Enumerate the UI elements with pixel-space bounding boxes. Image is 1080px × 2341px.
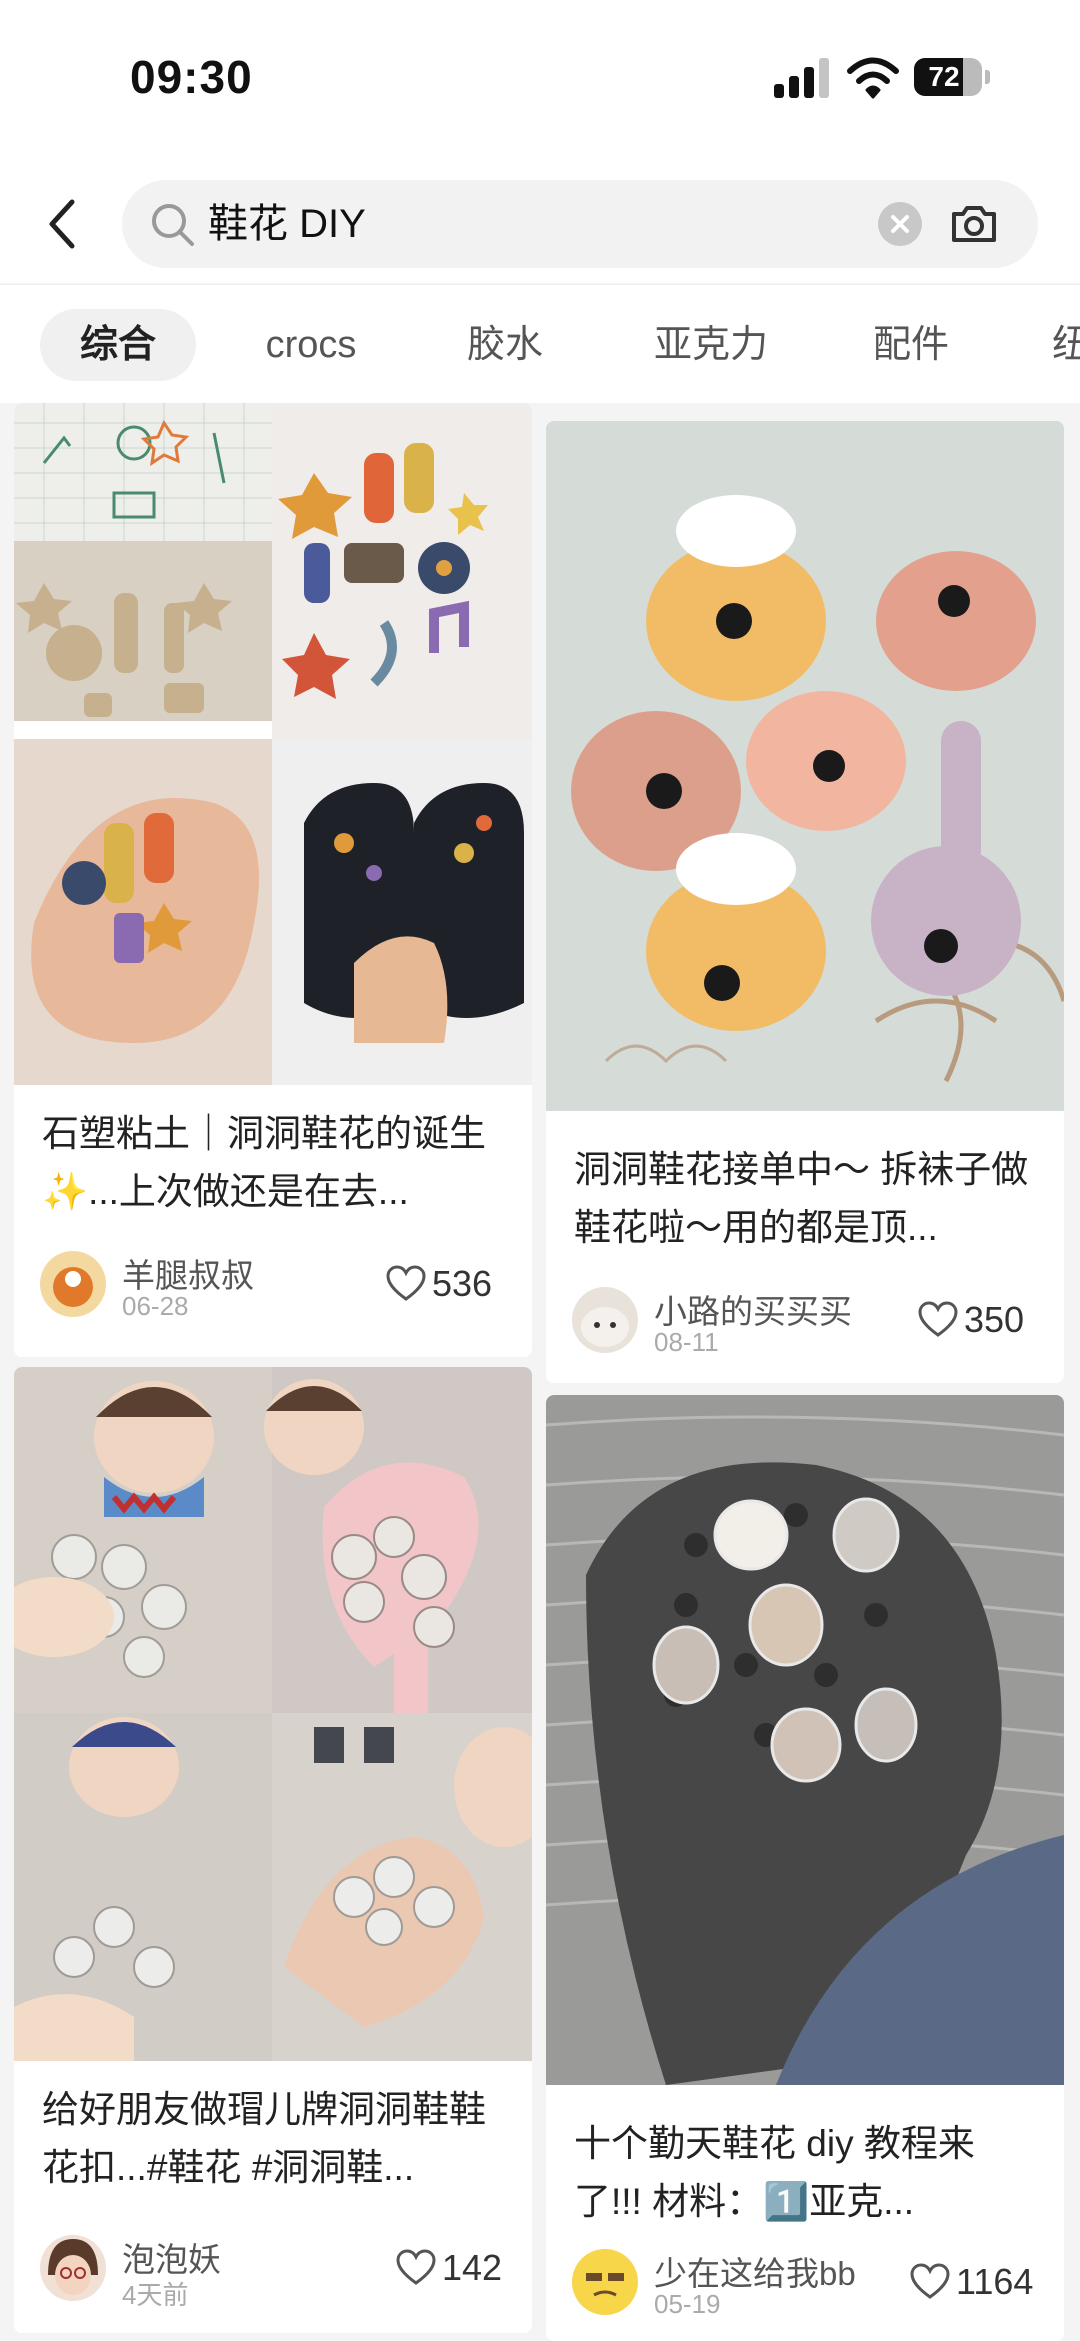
post-image-crocs-charms[interactable] (546, 1395, 1064, 2085)
post-card[interactable]: 洞洞鞋花接单中～ 拆袜子做鞋花啦～用的都是顶... 小路的买买买 08-11 3… (546, 421, 1064, 1383)
status-bar: 09:30 72 (0, 0, 1080, 150)
heart-icon (910, 2263, 950, 2299)
post-date: 06-28 (122, 1291, 189, 1321)
post-author[interactable]: 泡泡妖 (122, 2233, 221, 2281)
search-input[interactable]: 鞋花 DIY (208, 180, 366, 268)
back-arrow-icon[interactable] (42, 194, 86, 254)
filter-tabs: 综合 crocs 胶水 亚克力 配件 纽 (0, 284, 1080, 403)
tab-acrylic[interactable]: 亚克力 (636, 309, 786, 381)
like-button[interactable]: 142 (396, 2247, 506, 2291)
heart-icon (396, 2249, 436, 2285)
clear-search-button[interactable] (878, 202, 922, 246)
post-card[interactable]: 十个勤天鞋花 diy 教程来了!!! 材料：1️⃣亚克... 少在这给我bb 0… (546, 1395, 1064, 2341)
cellular-signal-icon (774, 58, 830, 98)
camera-icon[interactable] (948, 198, 1000, 250)
post-title[interactable]: 给好朋友做瑁儿牌洞洞鞋鞋花扣...#鞋花 #洞洞鞋... (42, 2081, 502, 2197)
tab-crocs[interactable]: crocs (246, 309, 376, 381)
heart-icon (918, 1301, 958, 1337)
search-icon (152, 204, 194, 246)
avatar[interactable] (572, 1287, 638, 1353)
post-date: 4天前 (122, 2280, 189, 2310)
status-time: 09:30 (130, 51, 253, 103)
wifi-icon (847, 57, 899, 99)
post-title[interactable]: 洞洞鞋花接单中～ 拆袜子做鞋花啦～用的都是顶... (574, 1141, 1034, 1257)
like-button[interactable]: 536 (386, 1263, 506, 1307)
avatar[interactable] (572, 2249, 638, 2315)
results-feed: 石塑粘土｜洞洞鞋花的诞生✨...上次做还是在去... 羊腿叔叔 06-28 53… (0, 403, 1080, 2341)
avatar[interactable] (40, 1251, 106, 1317)
tab-accessories[interactable]: 配件 (846, 309, 976, 381)
post-meta: 泡泡妖 4天前 142 (40, 2231, 506, 2310)
tab-glue[interactable]: 胶水 (440, 309, 570, 381)
like-count: 536 (432, 1263, 493, 1304)
post-meta: 小路的买买买 08-11 350 (572, 1283, 1038, 1359)
battery-percentage: 72 (928, 61, 960, 92)
like-button[interactable]: 350 (918, 1299, 1038, 1343)
heart-icon (386, 1265, 426, 1301)
post-meta: 羊腿叔叔 06-28 536 (40, 1247, 506, 1323)
close-icon (891, 215, 909, 233)
post-meta: 少在这给我bb 05-19 1164 (572, 2245, 1038, 2321)
post-author[interactable]: 小路的买买买 (654, 1285, 852, 1333)
post-author[interactable]: 少在这给我bb (654, 2247, 856, 2295)
post-card[interactable]: 石塑粘土｜洞洞鞋花的诞生✨...上次做还是在去... 羊腿叔叔 06-28 53… (14, 403, 532, 1357)
tab-more[interactable]: 纽 (1052, 309, 1080, 381)
post-image-clay-charms[interactable] (14, 403, 532, 1085)
battery-icon: 72 (914, 58, 982, 96)
post-image-plush-charms[interactable] (546, 421, 1064, 1111)
post-card[interactable]: 给好朋友做瑁儿牌洞洞鞋鞋花扣...#鞋花 #洞洞鞋... 泡泡妖 4天前 142 (14, 1367, 532, 2333)
like-button[interactable]: 1164 (910, 2261, 1038, 2305)
search-row: 鞋花 DIY (0, 172, 1080, 276)
top-bar: 09:30 72 鞋花 DIY (0, 0, 1080, 283)
post-image-acrylic-charms[interactable] (14, 1367, 532, 2061)
post-title[interactable]: 十个勤天鞋花 diy 教程来了!!! 材料：1️⃣亚克... (574, 2115, 1034, 2231)
post-date: 05-19 (654, 2289, 721, 2319)
search-bar[interactable]: 鞋花 DIY (122, 180, 1038, 268)
tab-comprehensive[interactable]: 综合 (40, 309, 196, 381)
post-date: 08-11 (654, 1327, 719, 1357)
like-count: 1164 (956, 2261, 1034, 2302)
avatar[interactable] (40, 2235, 106, 2301)
like-count: 142 (442, 2247, 503, 2288)
post-author[interactable]: 羊腿叔叔 (122, 1249, 254, 1297)
like-count: 350 (964, 1299, 1025, 1340)
post-title[interactable]: 石塑粘土｜洞洞鞋花的诞生✨...上次做还是在去... (42, 1105, 502, 1221)
